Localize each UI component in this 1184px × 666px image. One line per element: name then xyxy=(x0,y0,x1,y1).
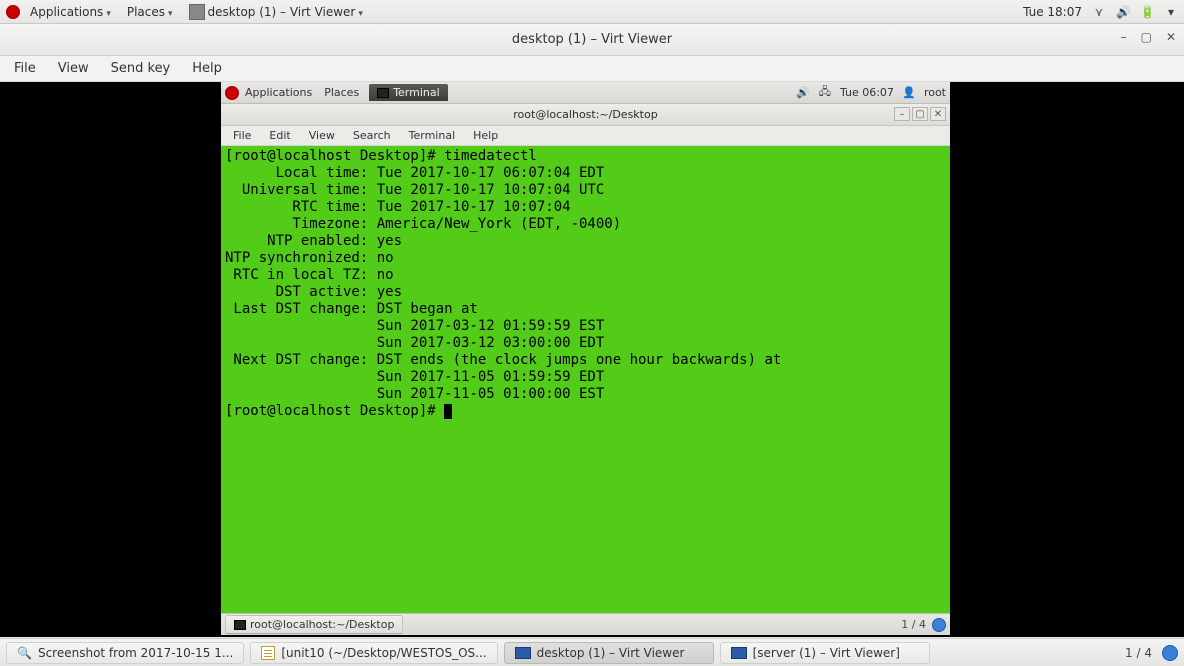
text-editor-icon xyxy=(261,646,275,660)
terminal-menubar: File Edit View Search Terminal Help xyxy=(221,126,950,146)
guest-active-app-label: Terminal xyxy=(393,86,440,99)
outer-bottom-panel: Screenshot from 2017-10-15 1... [unit10 … xyxy=(0,638,1184,666)
outer-top-panel: Applications Places desktop (1) – Virt V… xyxy=(0,0,1184,24)
distro-icon xyxy=(6,5,20,19)
term-menu-help[interactable]: Help xyxy=(465,127,506,144)
volume-icon[interactable]: 🔊 xyxy=(1116,5,1130,19)
guest-distro-icon xyxy=(225,86,239,100)
terminal-titlebar[interactable]: root@localhost:~/Desktop – ▢ ✕ xyxy=(221,104,950,126)
vm-icon xyxy=(731,647,747,659)
guest-workspace-indicator[interactable]: 1 / 4 xyxy=(901,618,926,631)
task-desktop-vm-label: desktop (1) – Virt Viewer xyxy=(537,646,685,660)
battery-icon[interactable]: 🔋 xyxy=(1140,5,1154,19)
term-menu-search[interactable]: Search xyxy=(345,127,399,144)
terminal-title: root@localhost:~/Desktop xyxy=(513,108,657,121)
vm-icon xyxy=(515,647,531,659)
applications-label: Applications xyxy=(30,5,103,19)
terminal-icon xyxy=(377,88,389,98)
guest-applications-menu[interactable]: Applications xyxy=(239,84,318,101)
terminal-minimize-button[interactable]: – xyxy=(894,107,910,121)
outer-clock[interactable]: Tue 18:07 xyxy=(1023,5,1082,19)
guest-user-label[interactable]: root xyxy=(924,86,946,99)
terminal-window: root@localhost:~/Desktop – ▢ ✕ File Edit… xyxy=(221,104,950,613)
task-desktop-vm[interactable]: desktop (1) – Virt Viewer xyxy=(504,642,714,664)
terminal-body[interactable]: [root@localhost Desktop]# timedatectl Lo… xyxy=(221,146,950,613)
task-server-vm[interactable]: [server (1) – Virt Viewer] xyxy=(720,642,930,664)
guest-active-app-tab[interactable]: Terminal xyxy=(369,84,448,101)
guest-task-terminal[interactable]: root@localhost:~/Desktop xyxy=(225,615,403,634)
term-menu-edit[interactable]: Edit xyxy=(261,127,298,144)
places-label: Places xyxy=(127,5,165,19)
guest-top-panel: Applications Places Terminal 🔊 🖧 Tue 06:… xyxy=(221,82,950,104)
term-menu-file[interactable]: File xyxy=(225,127,259,144)
guest-clock[interactable]: Tue 06:07 xyxy=(840,86,894,99)
minimize-button[interactable]: – xyxy=(1121,30,1127,44)
applications-menu[interactable]: Applications xyxy=(24,3,117,21)
wifi-icon[interactable]: ⋎ xyxy=(1092,5,1106,19)
terminal-icon xyxy=(234,620,246,630)
task-editor-label: [unit10 (~/Desktop/WESTOS_OS... xyxy=(281,646,486,660)
vv-menu-file[interactable]: File xyxy=(4,58,46,79)
guest-desktop: Applications Places Terminal 🔊 🖧 Tue 06:… xyxy=(221,82,951,635)
vm-display-area[interactable]: Applications Places Terminal 🔊 🖧 Tue 06:… xyxy=(0,82,1184,637)
maximize-button[interactable]: ▢ xyxy=(1141,30,1152,44)
vv-menu-help[interactable]: Help xyxy=(182,58,232,79)
active-app-icon xyxy=(189,4,205,20)
image-viewer-icon xyxy=(17,646,32,660)
vv-menu-view[interactable]: View xyxy=(48,58,99,79)
task-server-vm-label: [server (1) – Virt Viewer] xyxy=(753,646,900,660)
guest-places-menu[interactable]: Places xyxy=(318,84,365,101)
task-screenshot[interactable]: Screenshot from 2017-10-15 1... xyxy=(6,642,244,664)
guest-network-icon[interactable]: 🖧 xyxy=(818,83,832,102)
guest-volume-icon[interactable]: 🔊 xyxy=(796,86,810,99)
outer-workspace-indicator[interactable]: 1 / 4 xyxy=(1125,646,1152,660)
power-menu-icon[interactable]: ▾ xyxy=(1164,5,1178,19)
virt-viewer-title: desktop (1) – Virt Viewer xyxy=(512,32,672,47)
virt-viewer-titlebar[interactable]: desktop (1) – Virt Viewer – ▢ ✕ xyxy=(0,24,1184,56)
terminal-cursor xyxy=(444,404,452,419)
virt-viewer-menubar: File View Send key Help xyxy=(0,56,1184,82)
guest-bottom-panel: root@localhost:~/Desktop 1 / 4 xyxy=(221,613,950,635)
close-button[interactable]: ✕ xyxy=(1166,30,1176,44)
term-menu-view[interactable]: View xyxy=(301,127,343,144)
terminal-close-button[interactable]: ✕ xyxy=(930,107,946,121)
guest-user-icon[interactable]: 👤 xyxy=(902,86,916,99)
terminal-maximize-button[interactable]: ▢ xyxy=(912,107,928,121)
task-screenshot-label: Screenshot from 2017-10-15 1... xyxy=(38,646,233,660)
guest-task-terminal-label: root@localhost:~/Desktop xyxy=(250,618,394,631)
active-app-label: desktop (1) – Virt Viewer xyxy=(208,5,356,19)
active-app-menu[interactable]: desktop (1) – Virt Viewer xyxy=(183,2,369,22)
term-menu-terminal[interactable]: Terminal xyxy=(401,127,464,144)
vv-menu-sendkey[interactable]: Send key xyxy=(101,58,181,79)
task-editor[interactable]: [unit10 (~/Desktop/WESTOS_OS... xyxy=(250,642,497,664)
guest-show-desktop-icon[interactable] xyxy=(932,618,946,632)
places-menu[interactable]: Places xyxy=(121,3,179,21)
outer-show-desktop-icon[interactable] xyxy=(1162,645,1178,661)
